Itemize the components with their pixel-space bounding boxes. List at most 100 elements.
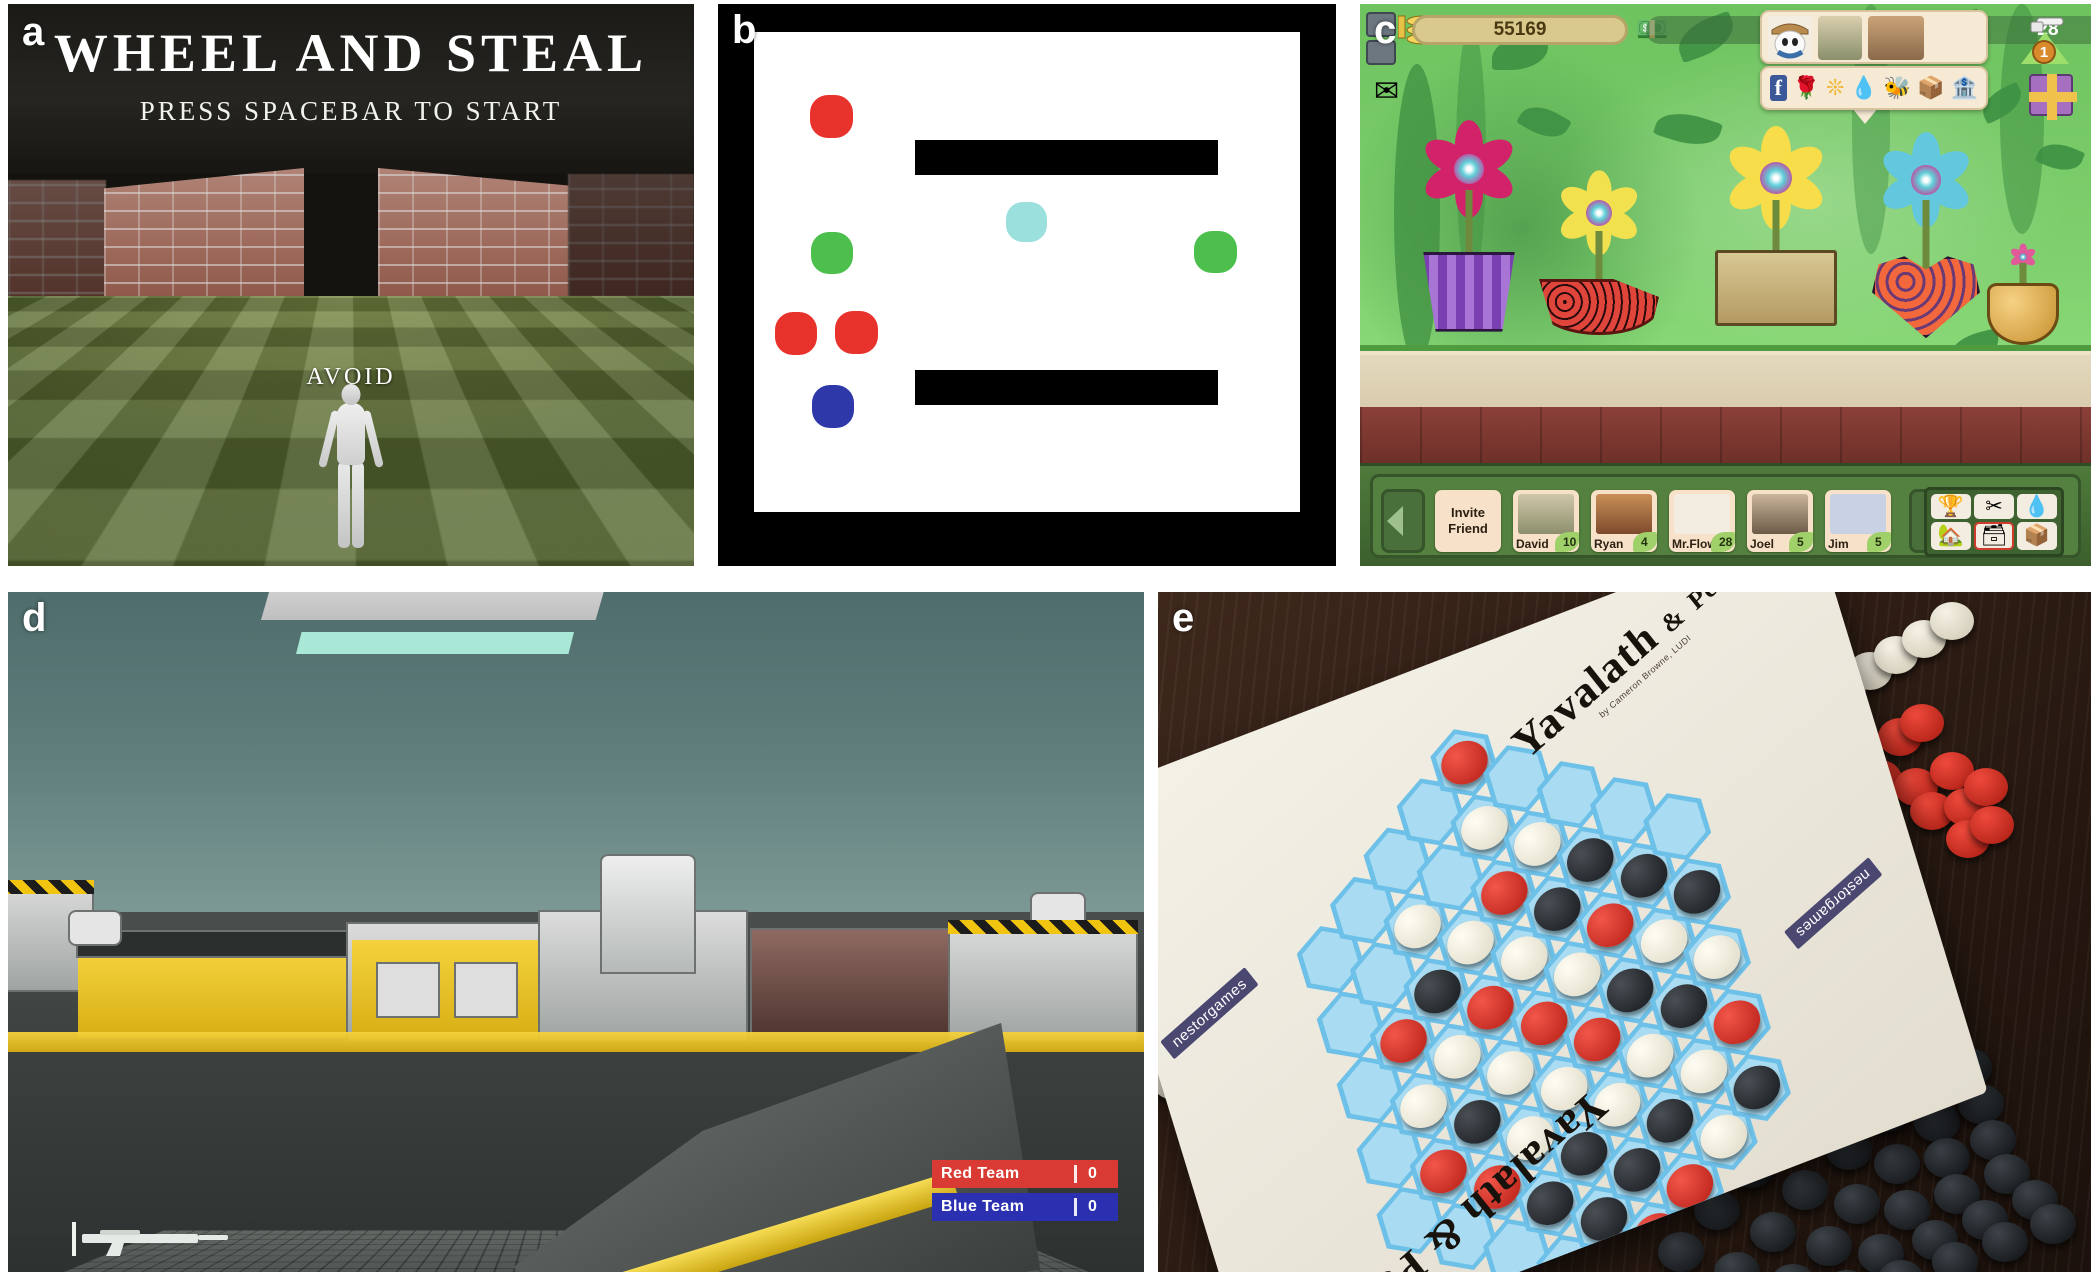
friend-leaf-count: 5 bbox=[1797, 535, 1804, 549]
loose-piece-red[interactable] bbox=[1970, 806, 2014, 844]
panel-d-fps-arena: Red Team 0 Blue Team 0 d bbox=[8, 592, 1144, 1272]
agent-red-1[interactable] bbox=[810, 95, 853, 138]
agent-blue-1[interactable] bbox=[811, 385, 855, 428]
agent-green-1[interactable] bbox=[810, 231, 854, 275]
panel-label-b: b bbox=[732, 8, 757, 52]
dog-avatar[interactable] bbox=[1768, 16, 1812, 60]
flower-core bbox=[1585, 199, 1613, 227]
friend-leaf-badge: 5 bbox=[1867, 532, 1891, 552]
team-score: 0 bbox=[1074, 1198, 1118, 1216]
agent-cyan-1[interactable] bbox=[1006, 201, 1047, 243]
coin-counter[interactable]: 55169 bbox=[1412, 15, 1628, 45]
spray-bottle-icon[interactable]: 1 bbox=[2017, 10, 2073, 68]
loose-piece-black[interactable] bbox=[2030, 1204, 2076, 1244]
panel-label-a: a bbox=[22, 10, 45, 54]
friend-leaf-badge: 4 bbox=[1633, 532, 1657, 552]
pollen-icon[interactable]: ❊ bbox=[1826, 75, 1844, 101]
facebook-share-icon[interactable]: f bbox=[1770, 75, 1787, 101]
friend-card[interactable]: Jim 5 bbox=[1825, 490, 1891, 552]
agent-red-2[interactable] bbox=[774, 312, 818, 355]
board-title-flipped-second: Pentalath bbox=[1260, 1240, 1435, 1272]
flower-cyan-striped[interactable] bbox=[1877, 132, 1975, 271]
loose-piece-black[interactable] bbox=[1750, 1212, 1796, 1252]
friend-avatar bbox=[1518, 494, 1574, 534]
flower-core bbox=[1911, 165, 1941, 195]
panel-c-social-flower-game: 55169 💵 8 28 ✉ 1 bbox=[1360, 4, 2091, 566]
seed-bag-icon[interactable]: 📦 bbox=[1917, 75, 1944, 101]
scoreboard: Red Team 0 Blue Team 0 bbox=[932, 1160, 1118, 1226]
flower-yellow[interactable] bbox=[1555, 170, 1643, 294]
loose-piece-red[interactable] bbox=[1964, 768, 2008, 806]
factory-crate-yellow bbox=[78, 952, 358, 1038]
popup-tail bbox=[1852, 108, 1878, 124]
friend-action-icons: f 🌹 ❊ 💧 🐝 📦 🏦 bbox=[1760, 66, 1988, 110]
photo-avatar-forest[interactable] bbox=[1818, 16, 1862, 60]
invite-friend-button[interactable]: Invite Friend bbox=[1435, 490, 1501, 552]
loose-piece-black[interactable] bbox=[1982, 1222, 2028, 1262]
friend-card[interactable]: Mr.Flower 28 bbox=[1669, 490, 1735, 552]
gift-box-icon[interactable] bbox=[2029, 74, 2077, 120]
hazard-stripe-2 bbox=[948, 920, 1138, 934]
flower-gold-daisy[interactable] bbox=[1723, 126, 1829, 264]
bee-icon[interactable]: 🐝 bbox=[1884, 75, 1911, 101]
trophy-tool[interactable]: 🏆 bbox=[1931, 494, 1971, 519]
friend-card[interactable]: Ryan 4 bbox=[1591, 490, 1657, 552]
mail-envelope-icon[interactable]: ✉ bbox=[1374, 74, 1399, 109]
loose-piece-red[interactable] bbox=[1900, 704, 1944, 742]
loose-piece-black[interactable] bbox=[1874, 1144, 1920, 1184]
frame-panel-right bbox=[454, 962, 518, 1018]
agent-green-2[interactable] bbox=[1194, 230, 1237, 274]
brick-base bbox=[1360, 407, 2091, 463]
friend-leaf-badge: 10 bbox=[1555, 532, 1579, 552]
loose-piece-black[interactable] bbox=[1782, 1170, 1828, 1210]
greenhouse-tool[interactable]: 🏡 bbox=[1931, 522, 1971, 550]
friend-card[interactable]: Joel 5 bbox=[1747, 490, 1813, 552]
hibiscus-flower-icon[interactable]: 🌹 bbox=[1793, 75, 1820, 101]
shelf-icon[interactable]: 🏦 bbox=[1951, 75, 1978, 101]
friend-avatar bbox=[1674, 494, 1730, 534]
loose-piece-black[interactable] bbox=[1924, 1138, 1970, 1178]
hazard-stripe-1 bbox=[8, 880, 94, 894]
friend-avatar bbox=[1596, 494, 1652, 534]
shelf-tool[interactable]: 🗃 bbox=[1974, 522, 2014, 550]
seed-bag-tool[interactable]: 📦 bbox=[2017, 522, 2057, 550]
shelf-surface bbox=[1360, 355, 2091, 409]
game-world-3d: AVOID bbox=[8, 168, 694, 566]
dropper-icon[interactable]: 💧 bbox=[1850, 75, 1877, 101]
loose-piece-black[interactable] bbox=[1658, 1232, 1704, 1272]
team-name: Blue Team bbox=[941, 1198, 1025, 1215]
health-bar-frame bbox=[261, 592, 606, 620]
coin-amount: 55169 bbox=[1493, 19, 1547, 40]
factory-block-5 bbox=[948, 920, 1138, 1042]
score-row: Blue Team 0 bbox=[932, 1193, 1118, 1221]
wooden-crate-planter[interactable] bbox=[1715, 250, 1837, 326]
invite-line-1: Invite bbox=[1451, 504, 1485, 520]
photo-avatar-person[interactable] bbox=[1868, 16, 1924, 60]
sky-background bbox=[8, 592, 1144, 922]
team-score: 0 bbox=[1074, 1165, 1118, 1183]
friend-name: Jim bbox=[1828, 537, 1849, 551]
avatar-arm-right bbox=[362, 409, 384, 469]
hex-cell-inner bbox=[1644, 789, 1710, 865]
watering-can-tool[interactable]: 💧 bbox=[2017, 494, 2057, 519]
flower-magenta[interactable] bbox=[1419, 120, 1519, 266]
loose-piece-black[interactable] bbox=[1806, 1226, 1852, 1266]
flower-stem bbox=[1922, 200, 1930, 271]
friend-leaf-count: 10 bbox=[1563, 535, 1577, 549]
friend-leaf-count: 28 bbox=[1719, 535, 1733, 549]
friends-bar: Invite Friend David 10 Ryan 4 Mr.Flower 28 Joe… bbox=[1360, 463, 2091, 566]
loose-piece-white[interactable] bbox=[1930, 602, 1974, 640]
flower-sprout[interactable] bbox=[2009, 243, 2037, 297]
friend-popup-panel bbox=[1760, 10, 1988, 64]
avatar-torso bbox=[337, 403, 365, 465]
loose-piece-black[interactable] bbox=[1834, 1184, 1880, 1224]
friends-scroll-left-button[interactable] bbox=[1381, 489, 1425, 553]
agent-red-3[interactable] bbox=[835, 311, 878, 354]
score-row: Red Team 0 bbox=[932, 1160, 1118, 1188]
shears-tool[interactable]: ✂ bbox=[1974, 494, 2014, 519]
gold-urn[interactable] bbox=[1987, 282, 2059, 345]
friend-card[interactable]: David 10 bbox=[1513, 490, 1579, 552]
friend-name: Joel bbox=[1750, 537, 1775, 551]
flower-core bbox=[1453, 153, 1485, 185]
health-bar bbox=[296, 632, 574, 654]
